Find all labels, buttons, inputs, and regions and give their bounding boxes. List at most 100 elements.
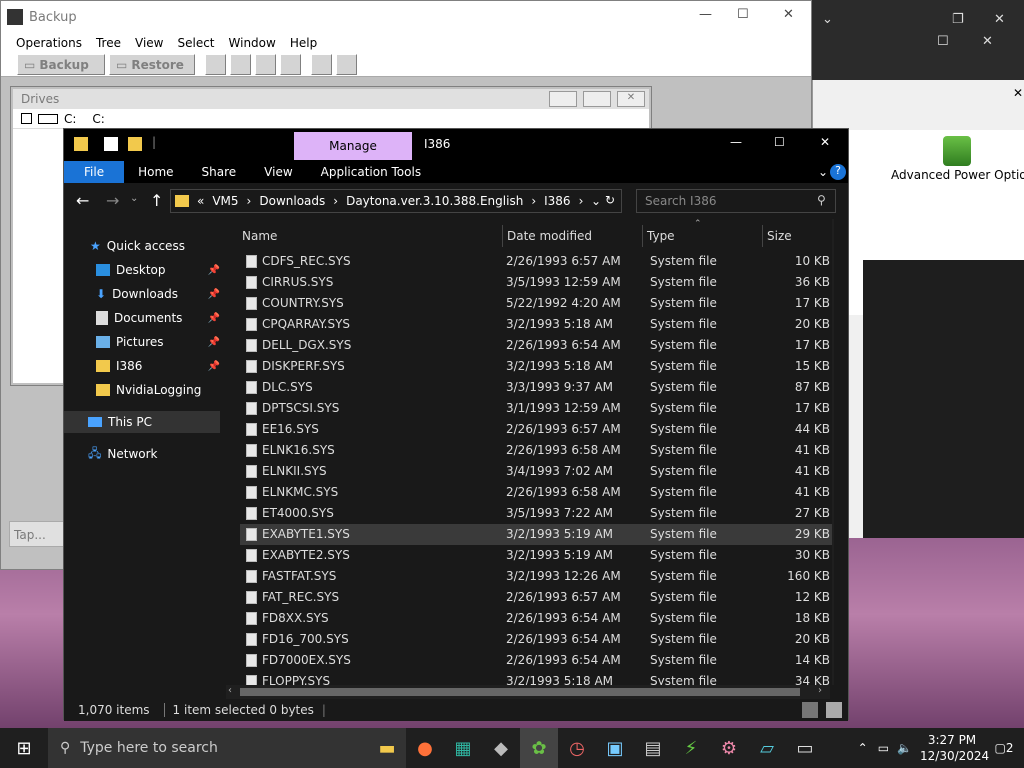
tab-view[interactable]: View — [250, 165, 306, 179]
calculator-icon[interactable]: ▦ — [444, 728, 482, 768]
table-row[interactable]: CIRRUS.SYS 3/5/1993 12:59 AM System file 36… — [240, 272, 832, 293]
maximize-icon[interactable]: ☐ — [937, 34, 949, 49]
close-icon[interactable]: ✕ — [820, 135, 830, 149]
tab-file[interactable]: File — [64, 161, 125, 183]
minimize-button[interactable] — [549, 91, 577, 107]
close-icon[interactable]: ✕ — [982, 34, 993, 49]
up-arrow-icon[interactable]: ↑ — [150, 191, 163, 210]
search-input[interactable]: Search I386 ⚲ — [636, 189, 836, 213]
menu-help[interactable]: Help — [290, 36, 317, 50]
large-icons-view-icon[interactable] — [826, 702, 842, 718]
restore-icon[interactable]: ❐ — [952, 12, 964, 27]
table-row[interactable]: COUNTRY.SYS 5/22/1992 4:20 AM System file 1… — [240, 293, 832, 314]
close-icon[interactable]: ✕ — [783, 7, 794, 22]
vertical-scrollbar[interactable]: ⌃ ⌄ — [832, 219, 834, 685]
column-header-date[interactable]: Date modified — [502, 225, 592, 247]
menu-select[interactable]: Select — [177, 36, 214, 50]
show-hidden-icons-chevron-icon[interactable]: ⌃ — [858, 741, 868, 755]
minimize-icon[interactable]: — — [730, 135, 742, 149]
restore-button[interactable] — [583, 91, 611, 107]
advanced-power-options-link[interactable]: Advanced Power Options — [891, 168, 1024, 182]
notification-center-button[interactable]: ▢2 — [984, 741, 1024, 755]
firefox-icon[interactable]: ● — [406, 728, 444, 768]
breadcrumb-i386[interactable]: I386 — [544, 194, 570, 208]
details-view-icon[interactable] — [802, 702, 818, 718]
close-icon[interactable]: ✕ — [994, 12, 1005, 27]
tool-button-6[interactable] — [336, 54, 357, 75]
pin-icon[interactable]: 📌 — [208, 313, 220, 324]
tool-button-4[interactable] — [280, 54, 301, 75]
table-row[interactable]: EXABYTE2.SYS 3/2/1993 5:19 AM System file 3… — [240, 545, 832, 566]
tape-window-minimized[interactable]: Tap... — [9, 521, 69, 547]
backup-app-taskbar-icon[interactable]: ✿ — [520, 728, 558, 768]
column-header-size[interactable]: Size — [762, 225, 792, 247]
tool-button-5[interactable] — [311, 54, 332, 75]
tab-application-tools[interactable]: Application Tools — [307, 165, 435, 179]
table-row[interactable]: FLOPPY.SYS 3/2/1993 5:18 AM System file 34 … — [240, 671, 832, 685]
network-status-icon[interactable]: ▭ — [878, 741, 889, 755]
table-row[interactable]: ELNKMC.SYS 2/26/1993 6:58 AM System file 41… — [240, 482, 832, 503]
volume-muted-icon[interactable]: 🔈 — [897, 741, 912, 755]
close-icon[interactable]: ✕ — [1013, 86, 1023, 100]
table-row[interactable]: DISKPERF.SYS 3/2/1993 5:18 AM System file 1… — [240, 356, 832, 377]
breadcrumb-vm5[interactable]: VM5 — [212, 194, 238, 208]
table-row[interactable]: EE16.SYS 2/26/1993 6:57 AM System file 44 K… — [240, 419, 832, 440]
nav-pictures[interactable]: Pictures 📌 — [96, 331, 220, 353]
table-row[interactable]: FD7000EX.SYS 2/26/1993 6:54 AM System file… — [240, 650, 832, 671]
breadcrumb-downloads[interactable]: Downloads — [259, 194, 325, 208]
nav-desktop[interactable]: Desktop 📌 — [96, 259, 220, 281]
table-row[interactable]: DLC.SYS 3/3/1993 9:37 AM System file 87 KB — [240, 377, 832, 398]
properties-icon[interactable] — [104, 137, 118, 151]
table-row[interactable]: FAT_REC.SYS 2/26/1993 6:57 AM System file 1… — [240, 587, 832, 608]
address-dropdown-icon[interactable]: ⌄ — [591, 194, 601, 208]
maximize-icon[interactable]: ☐ — [774, 135, 785, 149]
nav-quick-access[interactable]: ★ Quick access — [90, 235, 246, 257]
tab-share[interactable]: Share — [188, 165, 251, 179]
media-app-icon[interactable]: ▭ — [786, 728, 824, 768]
drive-row[interactable]: C: C: — [13, 109, 649, 129]
recent-chevron-icon[interactable]: ⌄ — [130, 193, 138, 204]
drive-checkbox[interactable] — [21, 113, 32, 124]
tab-home[interactable]: Home — [124, 165, 187, 179]
menu-tree[interactable]: Tree — [96, 36, 121, 50]
scrollbar-thumb[interactable] — [240, 688, 800, 696]
chevron-down-icon[interactable]: ⌄ — [822, 12, 833, 27]
table-row[interactable]: CDFS_REC.SYS 2/26/1993 6:57 AM System file… — [240, 251, 832, 272]
address-bar[interactable]: « VM5 › Downloads › Daytona.ver.3.10.388.E… — [170, 189, 622, 213]
table-row[interactable]: ELNKII.SYS 3/4/1993 7:02 AM System file 41 … — [240, 461, 832, 482]
nav-documents[interactable]: Documents 📌 — [96, 307, 220, 329]
table-row[interactable]: FASTFAT.SYS 3/2/1993 12:26 AM System file 1… — [240, 566, 832, 587]
restore-button[interactable]: ▭ Restore — [109, 54, 195, 75]
settings-app-icon[interactable]: ⚙ — [710, 728, 748, 768]
document-app-icon[interactable]: ▱ — [748, 728, 786, 768]
forward-arrow-icon[interactable]: → — [106, 191, 119, 210]
table-row[interactable]: ELNK16.SYS 2/26/1993 6:58 AM System file 41… — [240, 440, 832, 461]
table-row[interactable]: CPQARRAY.SYS 3/2/1993 5:18 AM System file 2… — [240, 314, 832, 335]
new-folder-icon[interactable] — [128, 137, 142, 151]
scroll-left-icon[interactable]: ‹ — [228, 685, 232, 696]
table-row[interactable]: EXABYTE1.SYS 3/2/1993 5:19 AM System file 2… — [240, 524, 832, 545]
breadcrumb-overflow[interactable]: « — [197, 194, 204, 208]
refresh-icon[interactable]: ↻ — [605, 193, 615, 207]
minimize-icon[interactable]: — — [699, 7, 712, 22]
quick-access-toolbar-chevron-icon[interactable]: | — [152, 135, 156, 149]
table-row[interactable]: FD8XX.SYS 2/26/1993 6:54 AM System file 18 … — [240, 608, 832, 629]
column-header-type[interactable]: Type — [642, 225, 675, 247]
window-app-icon[interactable]: ▣ — [596, 728, 634, 768]
cube-app-icon[interactable]: ◆ — [482, 728, 520, 768]
nav-this-pc[interactable]: This PC — [64, 411, 220, 433]
nav-nvidialogging[interactable]: NvidiaLogging — [96, 379, 226, 401]
taskbar-search-box[interactable]: ⚲ Type here to search — [48, 728, 368, 768]
tool-button-2[interactable] — [230, 54, 251, 75]
menu-operations[interactable]: Operations — [16, 36, 82, 50]
backup-button[interactable]: ▭ Backup — [17, 54, 105, 75]
menu-window[interactable]: Window — [229, 36, 276, 50]
pin-icon[interactable]: 📌 — [208, 289, 220, 300]
pin-icon[interactable]: 📌 — [208, 337, 220, 348]
scroll-right-icon[interactable]: › — [818, 685, 822, 696]
table-row[interactable]: ET4000.SYS 3/5/1993 7:22 AM System file 27 … — [240, 503, 832, 524]
table-row[interactable]: DPTSCSI.SYS 3/1/1993 12:59 AM System file 1… — [240, 398, 832, 419]
column-header-name[interactable]: Name — [242, 225, 277, 247]
horizontal-scrollbar[interactable]: ‹ › — [226, 685, 830, 699]
table-row[interactable]: FD16_700.SYS 2/26/1993 6:54 AM System file… — [240, 629, 832, 650]
